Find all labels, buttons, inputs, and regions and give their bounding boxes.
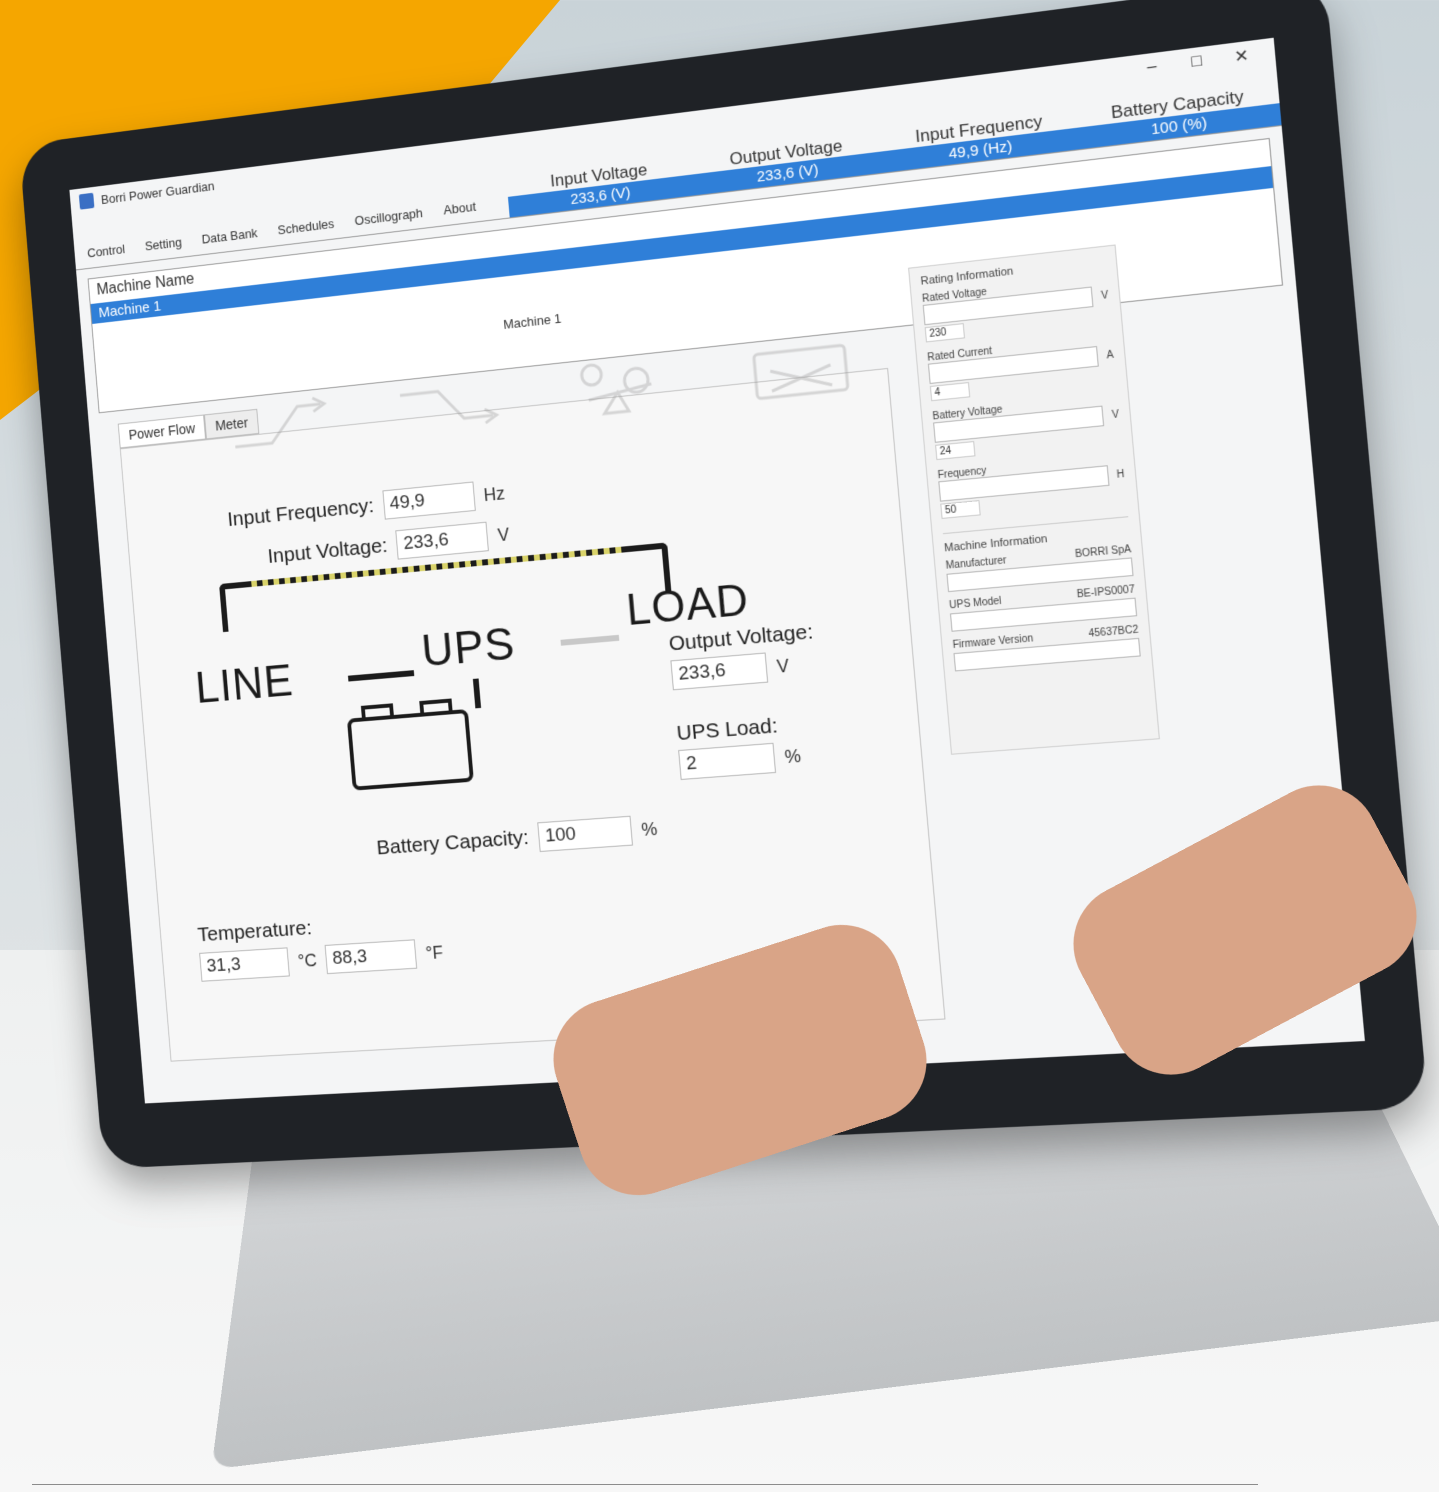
maximize-button[interactable]: □ xyxy=(1173,50,1219,74)
frequency-field: Frequency H 50 xyxy=(937,452,1127,519)
line-to-ups-link xyxy=(348,670,414,681)
output-voltage-group: Output Voltage: 233,6 V xyxy=(668,620,817,690)
rising-arrow-icon xyxy=(227,389,334,458)
input-frequency-unit: Hz xyxy=(483,483,506,506)
rating-information-panel: Rating Information Rated Voltage V 230 R… xyxy=(908,244,1160,754)
close-button[interactable]: ✕ xyxy=(1218,43,1265,69)
celsius-unit: °C xyxy=(297,950,317,972)
footer-rule xyxy=(32,1484,1258,1485)
input-voltage-field[interactable]: 233,6 xyxy=(396,522,490,560)
temperature-fahrenheit-field[interactable]: 88,3 xyxy=(325,939,418,974)
battery-voltage-unit: V xyxy=(1112,409,1120,421)
menu-schedules[interactable]: Schedules xyxy=(277,216,335,237)
frequency-value: 50 xyxy=(940,500,980,519)
battery-capacity-label: Battery Capacity: xyxy=(376,826,530,860)
bypass-switch-icon xyxy=(566,351,679,422)
fahrenheit-unit: °F xyxy=(425,942,444,964)
minimize-button[interactable]: – xyxy=(1129,56,1175,80)
ups-load-unit: % xyxy=(784,745,802,767)
menu-about[interactable]: About xyxy=(443,199,477,218)
menu-oscillograph[interactable]: Oscillograph xyxy=(354,205,423,228)
input-frequency-field[interactable]: 49,9 xyxy=(382,482,475,520)
rated-voltage-unit: V xyxy=(1101,289,1109,301)
ups-load-group: UPS Load: 2 % xyxy=(676,713,802,780)
metric-input-frequency: Input Frequency 49,9 (Hz) xyxy=(881,107,1080,172)
battery-fault-icon xyxy=(743,332,859,404)
line-label: LINE xyxy=(193,653,295,713)
ups-to-load-link xyxy=(560,635,619,646)
ups-to-battery-link xyxy=(473,678,481,708)
menu-setting[interactable]: Setting xyxy=(144,235,182,254)
rated-current-field: Rated Current A 4 xyxy=(927,333,1116,401)
output-voltage-row: 233,6 V xyxy=(670,651,790,691)
temperature-group: Temperature: 31,3 °C 88,3 °F xyxy=(197,908,444,982)
battery-voltage-field: Battery Voltage V 24 xyxy=(932,393,1121,460)
metric-output-voltage: Output Voltage 233,6 (V) xyxy=(691,131,885,195)
battery-voltage-value: 24 xyxy=(935,441,975,460)
firmware-row: Firmware Version 45637BC2 xyxy=(952,624,1140,671)
ups-model-row: UPS Model BE-IPS0007 xyxy=(949,584,1137,632)
ups-label: UPS xyxy=(419,616,517,677)
output-voltage-unit: V xyxy=(776,655,790,677)
battery-capacity-field[interactable]: 100 xyxy=(537,816,633,852)
menu-data-bank[interactable]: Data Bank xyxy=(201,225,258,246)
ups-load-label: UPS Load: xyxy=(676,714,779,746)
machine-information-panel: Machine Information Manufacturer BORRI S… xyxy=(943,516,1141,671)
temperature-label: Temperature: xyxy=(197,917,313,948)
app-logo-icon xyxy=(79,193,95,210)
frequency-unit: H xyxy=(1116,468,1125,480)
metric-input-voltage: Input Voltage 233,6 (V) xyxy=(506,155,694,218)
rated-current-value: 4 xyxy=(930,382,970,401)
battery-capacity-row: Battery Capacity: 100 % xyxy=(375,814,658,863)
rated-current-unit: A xyxy=(1106,349,1114,361)
ups-load-field[interactable]: 2 xyxy=(678,743,776,780)
rated-voltage-value: 230 xyxy=(925,323,965,342)
ups-load-row: 2 % xyxy=(678,741,802,780)
menu-control[interactable]: Control xyxy=(87,242,126,261)
input-voltage-unit: V xyxy=(497,524,510,546)
temperature-celsius-field[interactable]: 31,3 xyxy=(199,947,290,981)
battery-icon xyxy=(347,709,474,791)
input-frequency-label: Input Frequency: xyxy=(227,494,375,532)
battery-capacity-unit: % xyxy=(641,818,659,840)
falling-arrow-icon xyxy=(394,370,504,440)
output-voltage-field[interactable]: 233,6 xyxy=(670,652,768,690)
input-voltage-label: Input Voltage: xyxy=(267,534,389,569)
